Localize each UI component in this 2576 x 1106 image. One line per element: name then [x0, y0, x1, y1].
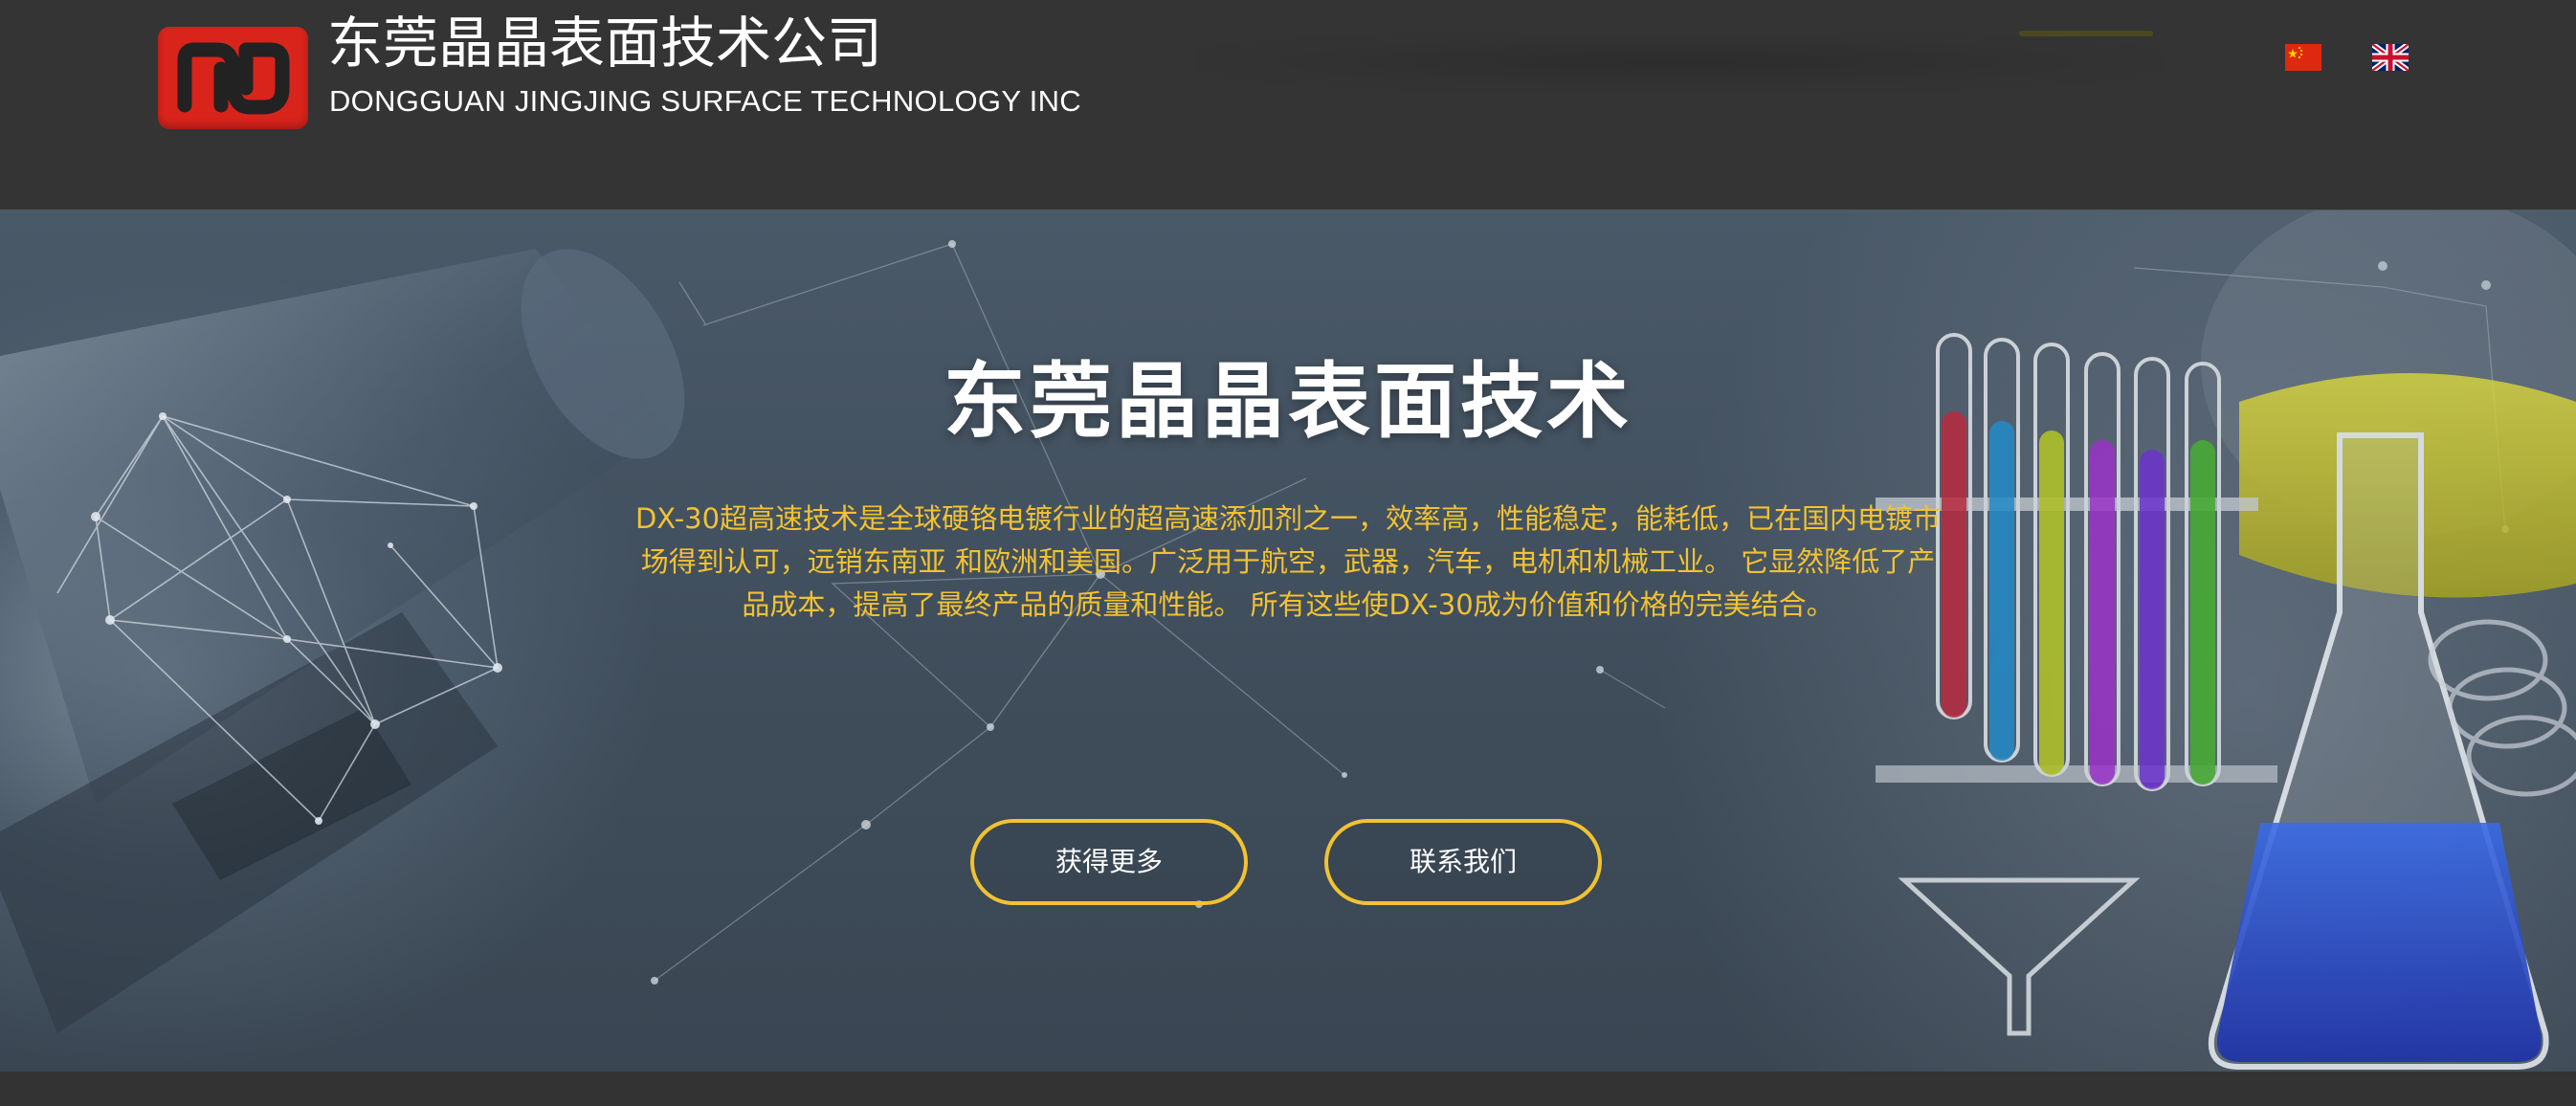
hero-description: DX-30超高速技术是全球硬铬电镀行业的超高速添加剂之一，效率高，性能稳定，能耗…	[634, 502, 1942, 621]
company-logo-icon[interactable]	[158, 27, 308, 129]
china-flag-icon[interactable]	[2285, 44, 2321, 71]
brand-name-english[interactable]: DONGGUAN JINGJING SURFACE TECHNOLOGY INC	[329, 82, 1081, 121]
nav-glow-decoration	[1196, 31, 2163, 92]
hero-title: 东莞晶晶表面技术	[944, 354, 1632, 450]
footer-strip	[0, 1072, 2576, 1106]
nav-glow-accent	[2019, 31, 2153, 36]
brand-name-chinese[interactable]: 东莞晶晶表面技术公司	[327, 10, 882, 77]
contact-us-button[interactable]: 联系我们	[1324, 819, 1602, 905]
hero-background-illustration	[0, 210, 2576, 1070]
site-header: 东莞晶晶表面技术公司 DONGGUAN JINGJING SURFACE TEC…	[0, 0, 2576, 210]
uk-flag-icon[interactable]	[2372, 44, 2409, 71]
learn-more-button[interactable]: 获得更多	[970, 819, 1248, 905]
hero-banner: 东莞晶晶表面技术 DX-30超高速技术是全球硬铬电镀行业的超高速添加剂之一，效率…	[0, 210, 2576, 1072]
